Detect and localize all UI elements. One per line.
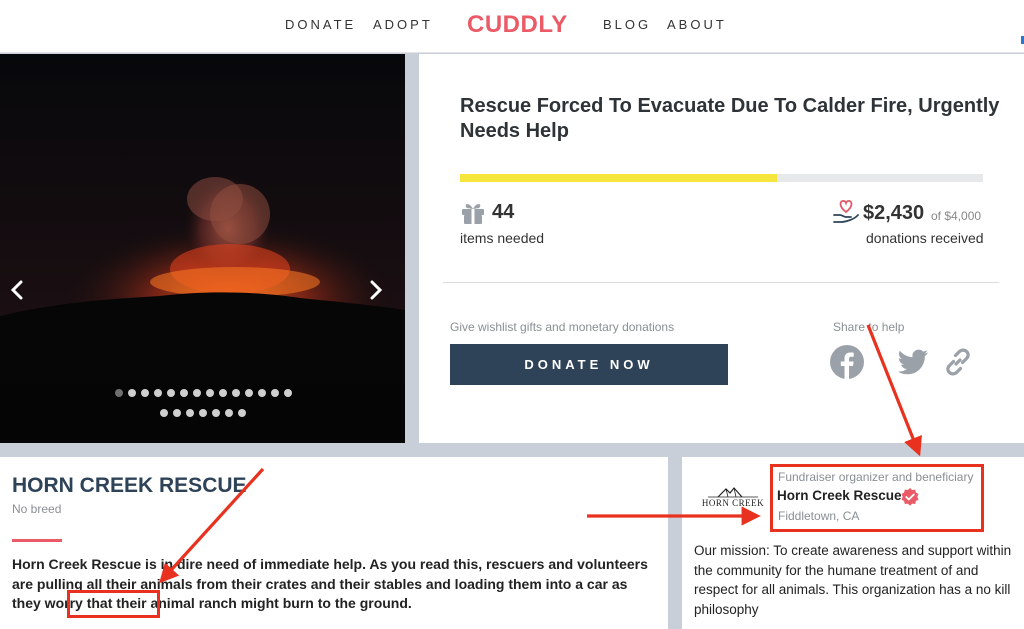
campaign-info-panel: Rescue Forced To Evacuate Due To Calder … [419,54,1024,443]
heart-hand-icon [833,200,859,223]
progress-fill [460,174,778,182]
carousel-dot[interactable] [128,389,136,397]
chevron-right-icon [370,280,383,300]
items-needed-label: items needed [460,230,545,246]
carousel-dot[interactable] [258,389,266,397]
amount-raised: $2,430 [863,202,925,224]
organizer-highlight-box [770,464,984,532]
carousel-dot[interactable] [167,389,175,397]
photo-carousel[interactable] [0,54,405,443]
top-nav: DONATE ADOPT CUDDLY BLOG ABOUT [0,0,1024,53]
carousel-dot[interactable] [185,409,194,417]
carousel-dot[interactable] [159,409,168,417]
carousel-dots-row-2 [0,409,405,417]
nav-donate-link[interactable]: DONATE [285,17,356,32]
carousel-dot[interactable] [232,389,240,397]
carousel-dot[interactable] [180,389,188,397]
rescue-name-heading: HORN CREEK RESCUE [12,474,247,497]
carousel-dot[interactable] [245,389,253,397]
carousel-dots-row-1 [0,389,405,397]
carousel-dot[interactable] [193,389,201,397]
carousel-next-button[interactable] [369,280,393,312]
carousel-prev-button[interactable] [10,280,34,312]
copy-link-icon[interactable] [940,344,976,380]
carousel-dot[interactable] [219,389,227,397]
wildfire-photo [0,54,405,443]
give-instructions: Give wishlist gifts and monetary donatio… [450,320,675,334]
horn-creek-logo-text: HORN CREEK [701,498,765,508]
nav-adopt-link[interactable]: ADOPT [373,17,433,32]
carousel-dot[interactable] [271,389,279,397]
mission-statement: Our mission: To create awareness and sup… [694,543,1012,617]
nav-blog-link[interactable]: BLOG [603,17,651,32]
carousel-dot[interactable] [198,409,207,417]
carousel-dot[interactable] [211,409,220,417]
carousel-dot[interactable] [224,409,233,417]
campaign-title: Rescue Forced To Evacuate Due To Calder … [460,95,1000,142]
animal-ranch-highlight-box [67,590,160,618]
donations-received-label: donations received [866,230,984,246]
cuddly-logo[interactable]: CUDDLY [467,11,568,39]
accent-rule [12,539,62,542]
twitter-icon[interactable] [895,344,931,380]
facebook-icon[interactable] [829,344,865,380]
donation-progress-bar [460,174,983,182]
amount-goal: of $4,000 [931,209,982,223]
donate-now-button[interactable]: DONATE NOW [450,344,728,385]
gift-icon [462,203,484,224]
carousel-dot[interactable] [284,389,292,397]
items-needed-count: 44 [492,201,515,223]
carousel-dot[interactable] [206,389,214,397]
breed-label: No breed [12,502,62,516]
carousel-dot[interactable] [172,409,181,417]
carousel-dot[interactable] [237,409,246,417]
section-divider [443,282,999,283]
nav-about-link[interactable]: ABOUT [667,17,727,32]
share-label: Share to help [833,320,905,334]
carousel-dot[interactable] [141,389,149,397]
carousel-dot[interactable] [154,389,162,397]
carousel-dot[interactable] [115,389,123,397]
chevron-left-icon [10,280,23,300]
